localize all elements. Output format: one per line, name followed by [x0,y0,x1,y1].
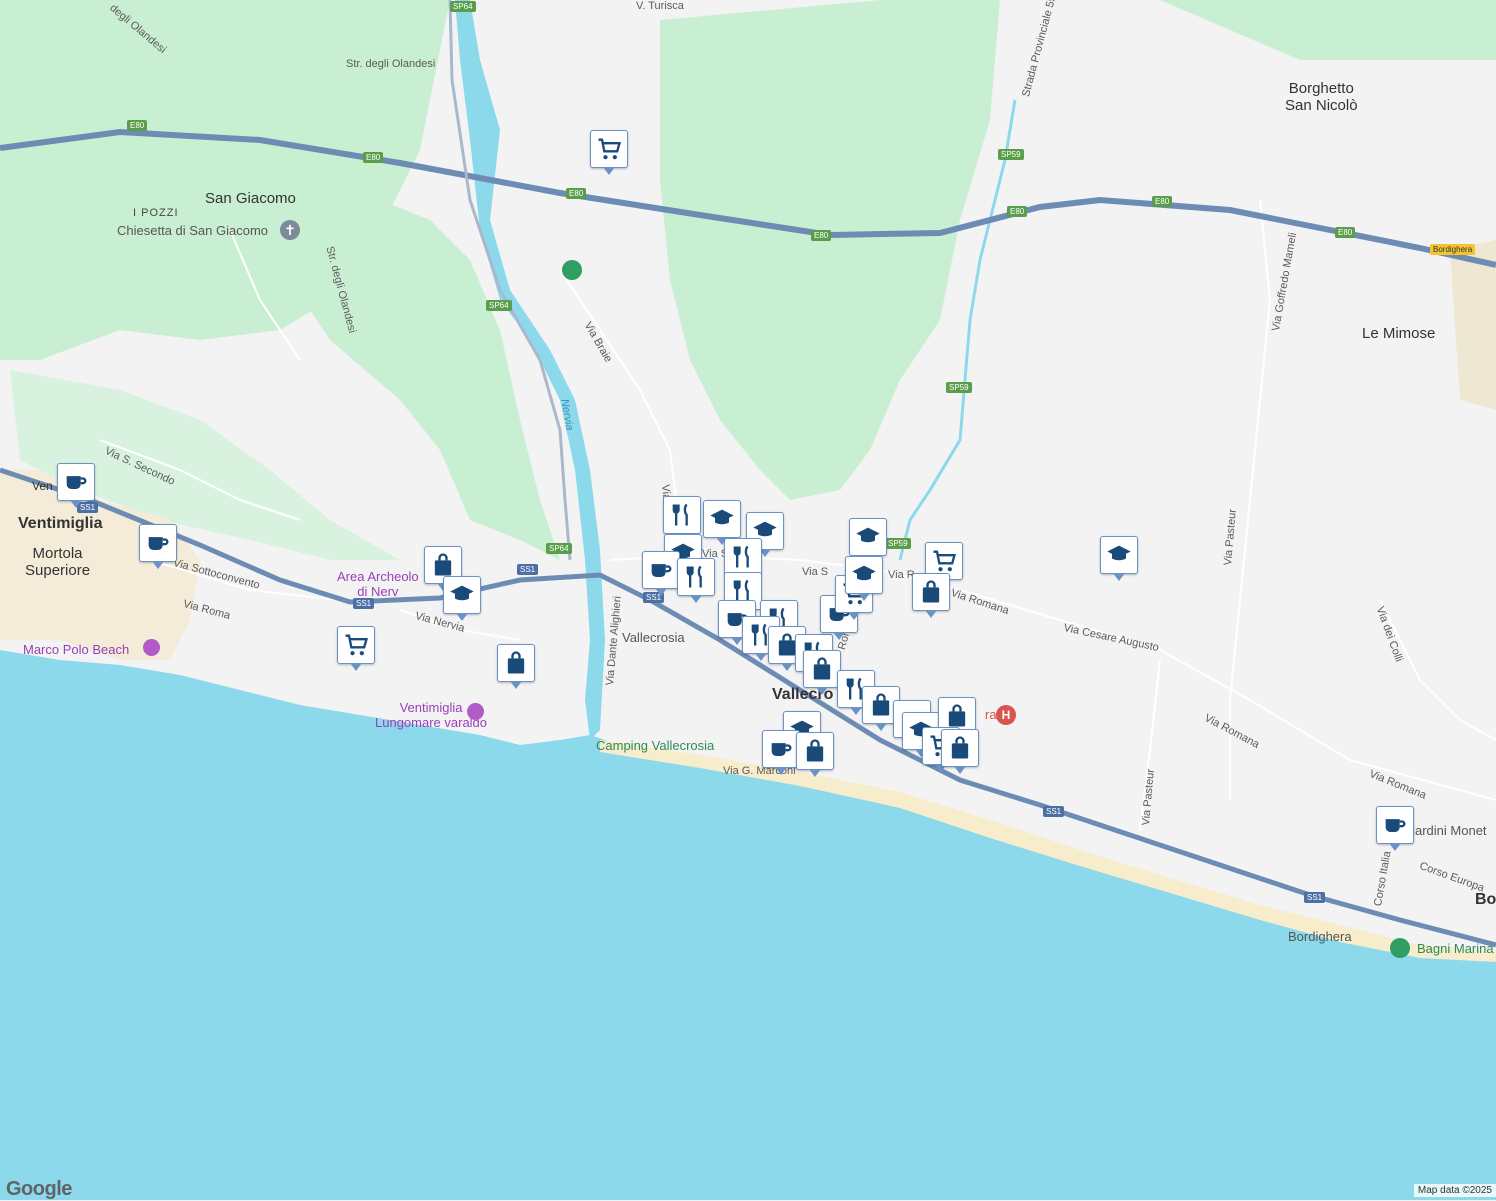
shopping-cart-icon[interactable] [337,626,375,671]
road-shield-e80: E80 [1335,227,1356,238]
graduation-cap-icon[interactable] [849,518,887,563]
place-san-giacomo: San Giacomo [205,190,296,207]
place-i-pozzi: I POZZI [133,207,179,219]
road-shield-ss1: SS1 [1304,892,1326,903]
road-shield-ss1: SS1 [353,598,375,609]
shopping-bag-icon[interactable] [796,732,834,777]
poi-vallecrosia-station[interactable]: Vallecrosia [622,630,685,645]
fork-knife-icon[interactable] [677,558,715,603]
street-label: V. Turisca [636,0,684,12]
road-shield-sp64: SP64 [486,300,512,311]
fork-knife-icon[interactable] [724,538,762,583]
poi-hospital-label: ra [985,707,997,722]
coffee-cup-icon[interactable] [1376,806,1414,851]
road-shield-e80: E80 [811,230,832,241]
camera-icon[interactable] [143,639,160,656]
coffee-cup-icon[interactable] [139,524,177,569]
place-borghetto: Borghetto San Nicolò [1285,80,1358,114]
road-shield-sp64: SP64 [546,543,572,554]
street-label: Via R [888,569,915,581]
road-shield-e80: E80 [127,120,148,131]
road-shield-bordighera: Bordighera [1430,244,1476,255]
road-shield-e80: E80 [363,152,384,163]
poi-camping[interactable]: Camping Vallecrosia [596,738,714,753]
camera-icon[interactable] [467,703,484,720]
shopping-bag-icon[interactable] [803,650,841,695]
graduation-cap-icon[interactable] [443,576,481,621]
street-label: Str. degli Olandesi [346,58,436,70]
poi-chiesetta[interactable]: Chiesetta di San Giacomo [117,223,268,238]
church-cross-icon[interactable]: ✝ [280,220,300,240]
place-le-mimose: Le Mimose [1362,325,1436,342]
google-logo: Google [6,1178,72,1200]
street-label: Via S [802,566,829,578]
road-shield-e80: E80 [1007,206,1028,217]
graduation-cap-icon[interactable] [845,556,883,601]
road-shield-sp59: SP59 [998,149,1024,160]
shopping-bag-icon[interactable] [941,729,979,774]
shopping-cart-icon[interactable] [590,130,628,175]
green-place-pin-icon[interactable] [1390,938,1410,958]
poi-bordighera-station[interactable]: Bordighera [1288,929,1352,944]
shopping-bag-icon[interactable] [497,644,535,689]
coffee-cup-icon[interactable] [642,551,680,596]
poi-area-archeologica[interactable]: Area Archeolo di Nerv [337,569,419,599]
fork-knife-icon[interactable] [663,496,701,541]
place-ventimiglia: Ventimiglia [18,515,103,532]
place-ventimiglia-station: Ven [32,479,53,493]
poi-marco-polo-beach[interactable]: Marco Polo Beach [23,642,129,657]
road-shield-sp64: SP64 [450,1,476,12]
road-shield-sp59: SP59 [885,538,911,549]
shopping-bag-icon[interactable] [912,573,950,618]
road-shield-sp59: SP59 [946,382,972,393]
coffee-cup-icon[interactable] [762,730,800,775]
map-attribution[interactable]: Map data ©2025 [1413,1184,1496,1197]
place-mortola: Mortola Superiore [25,545,91,579]
road-shield-e80: E80 [1152,196,1173,207]
coffee-cup-icon[interactable] [57,463,95,508]
hospital-icon[interactable]: H [996,705,1016,725]
poi-giardini-monet[interactable]: Giardini Monet [1402,823,1487,838]
green-place-pin-icon[interactable] [562,260,582,280]
road-shield-e80: E80 [566,188,587,199]
road-shield-ss1: SS1 [517,564,539,575]
poi-bagni-marina[interactable]: Bagni Marina [1417,941,1494,956]
road-shield-ss1: SS1 [1043,806,1065,817]
graduation-cap-icon[interactable] [703,500,741,545]
graduation-cap-icon[interactable] [1100,536,1138,581]
